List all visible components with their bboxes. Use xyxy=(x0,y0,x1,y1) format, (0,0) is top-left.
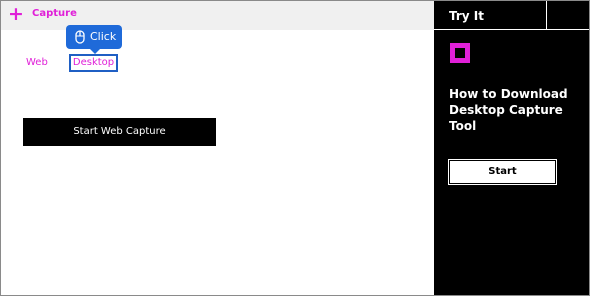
click-tooltip: Click xyxy=(66,25,122,54)
plus-icon[interactable]: + xyxy=(8,4,24,24)
tab-desktop[interactable]: Desktop xyxy=(69,54,118,72)
capture-link[interactable]: Capture xyxy=(32,8,77,19)
square-logo-icon xyxy=(450,43,470,63)
panel-header-title: Try It xyxy=(449,9,484,23)
tab-web[interactable]: Web xyxy=(26,57,48,68)
start-button[interactable]: Start xyxy=(448,159,557,185)
panel-header: Try It xyxy=(434,1,589,30)
try-it-panel: Try It How to Download Desktop Capture T… xyxy=(434,1,589,295)
panel-title: How to Download Desktop Capture Tool xyxy=(449,87,568,133)
header-divider xyxy=(546,1,547,30)
capture-pane: + Capture Web Desktop Click Start Web Ca… xyxy=(1,1,434,295)
mouse-icon xyxy=(75,30,85,44)
start-web-capture-button[interactable]: Start Web Capture xyxy=(23,118,216,146)
tooltip-label: Click xyxy=(90,30,117,43)
